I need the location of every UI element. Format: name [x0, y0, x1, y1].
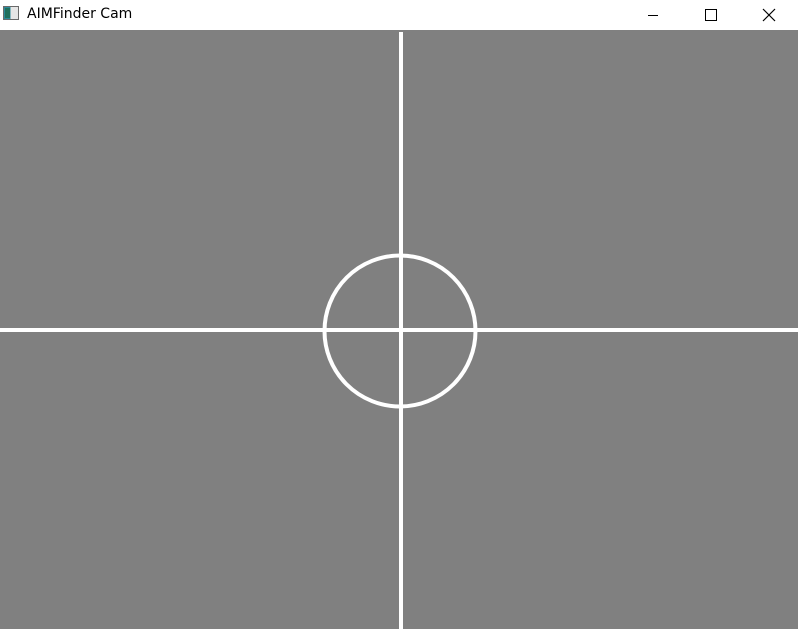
reticle-overlay	[0, 32, 798, 629]
aimfinder-window: AIMFinder Cam	[0, 0, 798, 629]
maximize-button[interactable]	[688, 0, 734, 29]
camera-view[interactable]	[0, 30, 798, 629]
title-bar[interactable]: AIMFinder Cam	[0, 0, 798, 30]
close-button[interactable]	[746, 0, 792, 29]
maximize-icon	[705, 8, 717, 21]
minimize-button[interactable]	[630, 0, 676, 29]
minimize-icon	[648, 14, 658, 16]
close-icon	[762, 8, 776, 21]
window-title: AIMFinder Cam	[27, 6, 133, 22]
app-icon	[3, 6, 19, 20]
